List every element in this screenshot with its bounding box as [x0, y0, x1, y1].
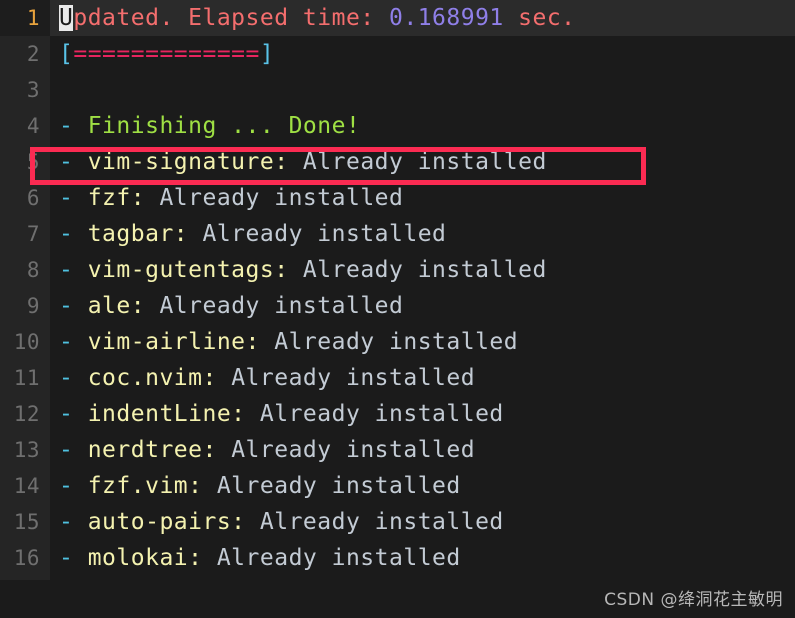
output-line[interactable]: 7- tagbar: Already installed [0, 216, 795, 252]
text-segment: Already installed [145, 293, 404, 319]
line-number: 15 [0, 504, 50, 540]
line-content: - Finishing ... Done! [50, 108, 360, 144]
line-content: [=============] [50, 36, 274, 72]
output-line[interactable]: 13- nerdtree: Already installed [0, 432, 795, 468]
text-segment: Already installed [288, 149, 547, 175]
line-content: - nerdtree: Already installed [50, 432, 475, 468]
text-segment: Already installed [245, 401, 504, 427]
line-content: - tagbar: Already installed [50, 216, 446, 252]
line-number: 5 [0, 144, 50, 180]
text-segment: coc.nvim: [73, 365, 217, 391]
line-content: - molokai: Already installed [50, 540, 461, 576]
text-segment: - [59, 257, 74, 283]
output-line[interactable]: 8- vim-gutentags: Already installed [0, 252, 795, 288]
output-line[interactable]: 2 [=============] [0, 36, 795, 72]
text-segment: 0.168991 [389, 5, 504, 31]
text-segment: Already installed [288, 257, 547, 283]
text-segment: fzf.vim: [73, 473, 203, 499]
text-segment: - [59, 473, 74, 499]
line-content: - ale: Already installed [50, 288, 403, 324]
line-number: 4 [0, 108, 50, 144]
text-segment: Already installed [202, 473, 461, 499]
text-segment: fzf: [73, 185, 146, 211]
line-content: - vim-gutentags: Already installed [50, 252, 547, 288]
output-line[interactable]: 3 [0, 72, 795, 108]
text-segment: Already installed [202, 545, 461, 571]
output-line[interactable]: 15- auto-pairs: Already installed [0, 504, 795, 540]
text-segment: nerdtree: [73, 437, 217, 463]
watermark-label: CSDN @绛洞花主敏明 [604, 590, 783, 610]
text-segment: vim-airline: [73, 329, 260, 355]
text-segment: ============= [73, 41, 260, 67]
line-number: 14 [0, 468, 50, 504]
text-segment: - [59, 293, 74, 319]
text-segment: - [59, 185, 74, 211]
output-line[interactable]: 4- Finishing ... Done! [0, 108, 795, 144]
text-segment: - [59, 545, 74, 571]
text-segment: - [59, 437, 74, 463]
output-line[interactable]: 1 Updated. Elapsed time: 0.168991 sec. [0, 0, 795, 36]
text-segment: - [59, 365, 74, 391]
output-line[interactable]: 12- indentLine: Already installed [0, 396, 795, 432]
line-number: 6 [0, 180, 50, 216]
text-segment: - [59, 221, 74, 247]
text-segment: Already installed [259, 329, 519, 355]
text-segment: [ [59, 41, 74, 67]
text-segment: - [59, 113, 74, 139]
text-segment: vim-signature: [73, 149, 289, 175]
text-segment: Finishing ... Done! [73, 113, 361, 139]
output-line[interactable]: 14- fzf.vim: Already installed [0, 468, 795, 504]
code-output-area[interactable]: 1 Updated. Elapsed time: 0.168991 sec. 2 [=… [0, 0, 795, 576]
output-line[interactable]: 9- ale: Already installed [0, 288, 795, 324]
text-segment: Already installed [216, 437, 476, 463]
line-number: 2 [0, 36, 50, 72]
text-segment: - [59, 509, 74, 535]
line-number: 10 [0, 324, 50, 360]
text-segment: Already installed [188, 221, 447, 247]
text-segment: pdated. Elapsed time: [73, 5, 389, 31]
line-content: - vim-signature: Already installed [50, 144, 547, 180]
line-content: Updated. Elapsed time: 0.168991 sec. [50, 0, 576, 36]
line-content: - coc.nvim: Already installed [50, 360, 475, 396]
line-content: - vim-airline: Already installed [50, 324, 518, 360]
text-segment: U [59, 5, 74, 31]
line-content: - fzf.vim: Already installed [50, 468, 461, 504]
line-number: 9 [0, 288, 50, 324]
output-line[interactable]: 5- vim-signature: Already installed [0, 144, 795, 180]
text-segment: - [59, 329, 74, 355]
line-content: - fzf: Already installed [50, 180, 403, 216]
text-segment: indentLine: [73, 401, 246, 427]
line-number: 1 [0, 0, 50, 36]
text-segment: molokai: [73, 545, 203, 571]
text-segment: Already installed [216, 365, 476, 391]
output-line[interactable]: 6- fzf: Already installed [0, 180, 795, 216]
text-segment: Already installed [245, 509, 504, 535]
line-number: 7 [0, 216, 50, 252]
text-segment: - [59, 401, 74, 427]
line-number: 11 [0, 360, 50, 396]
output-line[interactable]: 11- coc.nvim: Already installed [0, 360, 795, 396]
text-segment: ale: [73, 293, 146, 319]
text-segment: auto-pairs: [73, 509, 246, 535]
line-number: 13 [0, 432, 50, 468]
line-content: - auto-pairs: Already installed [50, 504, 504, 540]
line-number: 16 [0, 540, 50, 576]
text-segment: ] [259, 41, 275, 67]
line-number: 8 [0, 252, 50, 288]
output-line[interactable]: 16- molokai: Already installed [0, 540, 795, 576]
text-segment: vim-gutentags: [73, 257, 289, 283]
line-number: 3 [0, 72, 50, 108]
text-segment: - [59, 149, 74, 175]
text-segment: Already installed [145, 185, 404, 211]
line-number: 12 [0, 396, 50, 432]
text-segment: tagbar: [73, 221, 189, 247]
line-content: - indentLine: Already installed [50, 396, 504, 432]
terminal-window[interactable]: 1 Updated. Elapsed time: 0.168991 sec. 2 [=… [0, 0, 795, 618]
output-line[interactable]: 10- vim-airline: Already installed [0, 324, 795, 360]
text-segment: sec. [503, 5, 576, 31]
